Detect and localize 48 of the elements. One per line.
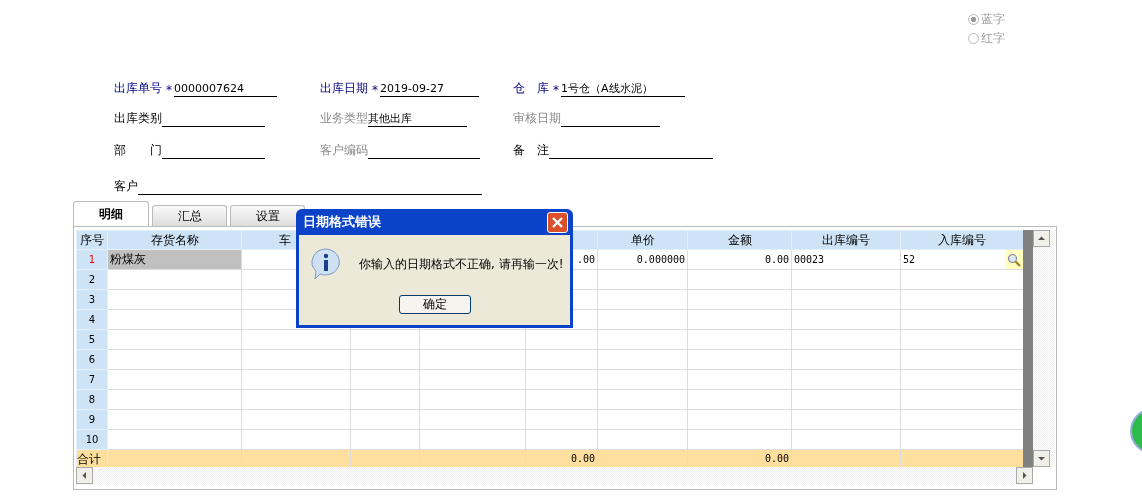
row-number: 1 (76, 249, 108, 270)
row-number: 5 (76, 329, 108, 350)
dialog-title: 日期格式错误 (303, 213, 381, 231)
field-label: 出库日期 (320, 80, 368, 97)
arrow-icon (1038, 235, 1045, 242)
row-number: 2 (76, 269, 108, 290)
field-label: 审核日期 (513, 110, 561, 127)
field-label: 备 注 (513, 142, 549, 159)
required-mark: * (166, 83, 172, 97)
vertical-scrollbar[interactable] (1033, 230, 1055, 467)
column-header: 出库编号 (791, 230, 901, 250)
tab[interactable]: 汇总 (152, 205, 227, 226)
row-number: 4 (76, 309, 108, 330)
search-icon[interactable] (1005, 250, 1023, 269)
column-header: 存货名称 (107, 230, 242, 250)
row-number: 8 (76, 389, 108, 410)
row-number: 6 (76, 349, 108, 370)
floating-button-icon[interactable] (1130, 408, 1142, 454)
info-icon (309, 247, 343, 281)
field-label: 部 门 (114, 142, 162, 159)
column-header: 入库编号 (900, 230, 1024, 250)
arrow-icon (81, 472, 88, 479)
input-field[interactable]: 0000007624 (174, 82, 277, 97)
row-number: 7 (76, 369, 108, 390)
close-icon (551, 215, 564, 229)
field-label: 客户编码 (320, 142, 368, 159)
column-header: 金额 (687, 230, 792, 250)
input-field[interactable]: 1号仓（A线水泥） (561, 82, 685, 97)
field-label: 出库类别 (114, 110, 162, 127)
arrow-icon (1021, 472, 1028, 479)
field-label: 仓 库 (513, 80, 549, 97)
column-header: 序号 (76, 230, 108, 250)
ok-button[interactable]: 确定 (398, 295, 471, 314)
input-field[interactable]: 2019-09-27 (380, 82, 479, 97)
row-number: 3 (76, 289, 108, 310)
field-label: 客户 (114, 178, 138, 195)
tab[interactable]: 设置 (230, 205, 305, 226)
tab[interactable]: 明细 (73, 201, 149, 226)
column-header: 单价 (597, 230, 688, 250)
row-number: 9 (76, 409, 108, 430)
close-button[interactable] (547, 211, 568, 233)
field-label: 业务类型 (320, 110, 368, 127)
horizontal-scrollbar[interactable] (76, 467, 1033, 485)
row-number: 10 (76, 429, 108, 450)
required-mark: * (553, 83, 559, 97)
required-mark: * (372, 83, 378, 97)
arrow-icon (1038, 455, 1045, 462)
field-label: 出库单号 (114, 80, 162, 97)
